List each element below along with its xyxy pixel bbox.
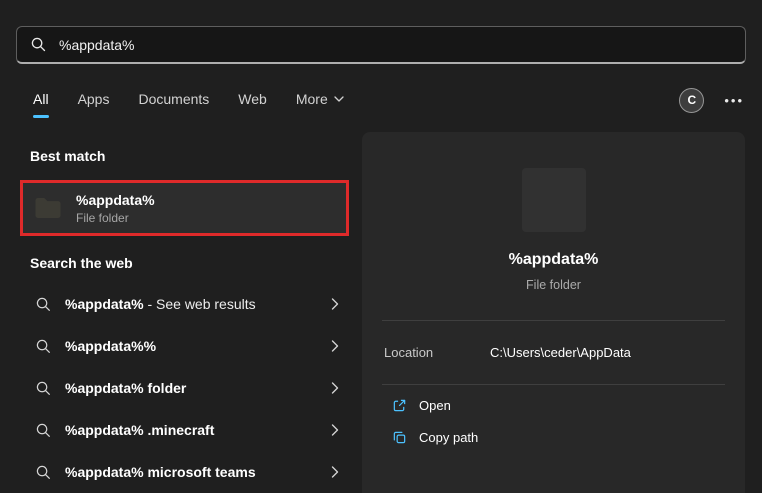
search-query-text: %appdata% xyxy=(59,37,135,53)
search-input[interactable]: %appdata% xyxy=(16,26,746,64)
tab-web-label: Web xyxy=(238,91,267,107)
search-icon xyxy=(31,37,46,52)
best-match-title: %appdata% xyxy=(76,192,155,208)
best-match-subtitle: File folder xyxy=(76,211,155,225)
open-label: Open xyxy=(419,398,451,413)
open-action[interactable]: Open xyxy=(392,398,451,413)
best-match-text: %appdata% File folder xyxy=(76,192,155,225)
location-row: Location C:\Users\ceder\AppData xyxy=(384,345,725,360)
best-match-result[interactable]: %appdata% File folder xyxy=(20,180,349,236)
tab-more-label: More xyxy=(296,91,328,107)
copy-icon xyxy=(392,430,407,445)
preview-pane: %appdata% File folder Location C:\Users\… xyxy=(362,132,745,493)
tab-web[interactable]: Web xyxy=(237,87,268,119)
suggestion-text: %appdata% .minecraft xyxy=(65,422,317,438)
location-label: Location xyxy=(384,345,490,360)
divider xyxy=(382,320,725,321)
suggestion-row[interactable]: %appdata%% xyxy=(22,325,349,367)
location-value: C:\Users\ceder\AppData xyxy=(490,345,631,360)
search-icon xyxy=(36,381,51,396)
suggestion-row[interactable]: %appdata% - See web results xyxy=(22,283,349,325)
chevron-right-icon xyxy=(331,382,339,394)
search-icon xyxy=(36,465,51,480)
header-actions: C ••• xyxy=(679,88,744,119)
windows-search-flyout: %appdata% All Apps Documents Web More C … xyxy=(0,0,762,493)
copy-path-action[interactable]: Copy path xyxy=(392,430,478,445)
preview-title: %appdata% xyxy=(362,251,745,269)
open-external-icon xyxy=(392,398,407,413)
suggestion-text: %appdata% - See web results xyxy=(65,296,317,312)
tab-documents[interactable]: Documents xyxy=(137,87,210,119)
folder-icon xyxy=(33,193,63,223)
suggestion-row[interactable]: %appdata% microsoft teams xyxy=(22,451,349,493)
tab-more[interactable]: More xyxy=(295,87,345,119)
chevron-right-icon xyxy=(331,340,339,352)
suggestion-row[interactable]: %appdata% folder xyxy=(22,367,349,409)
chevron-right-icon xyxy=(331,298,339,310)
tab-all[interactable]: All xyxy=(32,87,50,119)
avatar[interactable]: C xyxy=(679,88,704,113)
divider xyxy=(382,384,725,385)
preview-subtitle: File folder xyxy=(362,278,745,292)
search-icon xyxy=(36,423,51,438)
tab-apps[interactable]: Apps xyxy=(77,87,111,119)
web-suggestions-list: %appdata% - See web results %appdata%% %… xyxy=(22,283,349,493)
tab-all-label: All xyxy=(33,91,49,107)
tab-apps-label: Apps xyxy=(78,91,110,107)
best-match-header: Best match xyxy=(30,148,105,164)
search-icon xyxy=(36,339,51,354)
copy-path-label: Copy path xyxy=(419,430,478,445)
chevron-right-icon xyxy=(331,466,339,478)
chevron-down-icon xyxy=(334,96,344,102)
suggestion-text: %appdata% microsoft teams xyxy=(65,464,317,480)
search-icon xyxy=(36,297,51,312)
chevron-right-icon xyxy=(331,424,339,436)
folder-preview-icon xyxy=(522,168,586,232)
tab-documents-label: Documents xyxy=(138,91,209,107)
filter-tabs: All Apps Documents Web More C ••• xyxy=(32,86,744,120)
suggestion-row[interactable]: %appdata% .minecraft xyxy=(22,409,349,451)
more-options-icon[interactable]: ••• xyxy=(724,93,744,108)
search-the-web-header: Search the web xyxy=(30,255,133,271)
suggestion-text: %appdata%% xyxy=(65,338,317,354)
suggestion-text: %appdata% folder xyxy=(65,380,317,396)
